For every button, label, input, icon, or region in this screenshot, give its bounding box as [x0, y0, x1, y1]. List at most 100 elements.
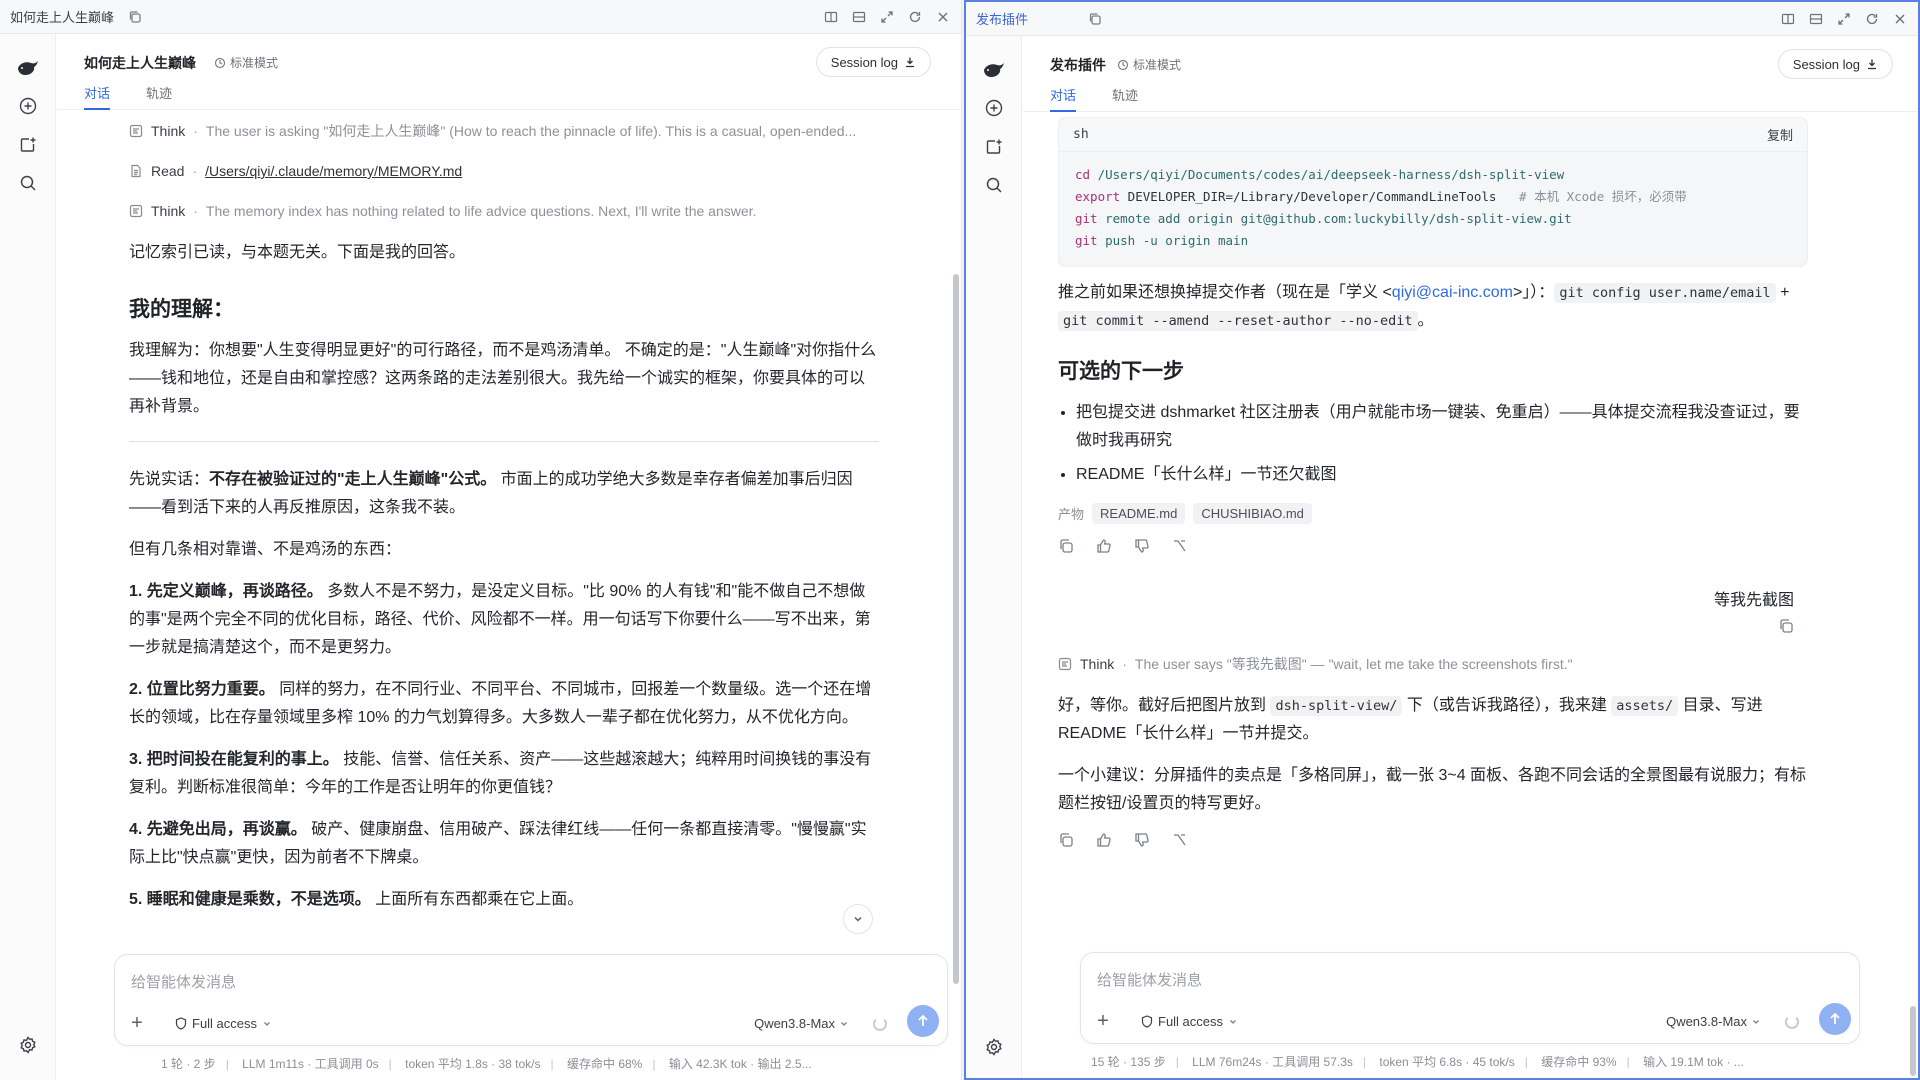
message-list[interactable]: Think · The user is asking "如何走上人生巅峰" (Ho… — [57, 111, 961, 950]
scrollbar-thumb[interactable] — [953, 274, 959, 984]
tool-think-row[interactable]: Think · The memory index has nothing rela… — [129, 191, 879, 231]
thumbs-down-icon[interactable] — [1134, 538, 1150, 554]
model-dropdown[interactable]: Qwen3.8-Max — [1666, 1014, 1761, 1029]
truth-paragraph: 先说实话：不存在被验证过的"走上人生巅峰"公式。 市面上的成功学绝大多数是幸存者… — [129, 471, 853, 516]
tool-think-row[interactable]: Think · The user is asking "如何走上人生巅峰" (Ho… — [129, 111, 879, 151]
think-icon — [1058, 657, 1072, 671]
whale-logo-icon[interactable] — [16, 56, 40, 80]
author-note: 推之前如果还想换掉提交作者（现在是「学义 <qiyi@cai-inc.com>」… — [1058, 283, 1790, 331]
branch-icon[interactable] — [1172, 538, 1188, 554]
composer: 给智能体发消息 + Full access Qwen3.8-Max — [1080, 952, 1860, 1044]
scrollbar-thumb[interactable] — [1910, 1006, 1916, 1076]
copy-icon[interactable] — [1058, 832, 1074, 848]
add-window-icon[interactable] — [16, 133, 40, 157]
message-actions — [1058, 832, 1808, 852]
tab-trace[interactable]: 轨迹 — [1112, 85, 1138, 110]
thumbs-up-icon[interactable] — [1096, 538, 1112, 554]
split-vertical-icon[interactable] — [851, 9, 867, 25]
status-bar: 1 轮 · 2 步 | LLM 1m11s · 工具调用 0s | token 平均… — [161, 1057, 812, 1071]
copy-icon[interactable] — [1058, 538, 1074, 554]
session-log-label: Session log — [830, 54, 898, 70]
mode-label: 标准模式 — [230, 56, 279, 70]
refresh-icon[interactable] — [907, 9, 923, 25]
copy-icon[interactable] — [1778, 618, 1794, 639]
read-file-link[interactable]: /Users/qiyi/.claude/memory/MEMORY.md — [205, 163, 462, 179]
copy-title-icon[interactable] — [128, 10, 142, 24]
point-2: 2. 位置比努力重要。 同样的努力，在不同行业、不同平台、不同城市，回报差一个数… — [129, 681, 872, 726]
refresh-icon[interactable] — [1864, 11, 1880, 27]
message-input[interactable]: 给智能体发消息 — [131, 971, 236, 992]
list-item: README「长什么样」一节还欠截图 — [1076, 461, 1808, 489]
scroll-to-bottom-button[interactable] — [843, 904, 873, 934]
split-horizontal-icon[interactable] — [823, 9, 839, 25]
access-label: Full access — [192, 1016, 258, 1031]
add-window-icon[interactable] — [982, 135, 1006, 159]
point-3: 3. 把时间投在能复利的事上。 技能、信誉、信任关系、资产——这些越滚越大；纯粹… — [129, 751, 872, 796]
access-label: Full access — [1158, 1014, 1224, 1029]
artifact-chip[interactable]: README.md — [1092, 503, 1186, 524]
message-actions — [1058, 538, 1808, 558]
artifact-chip[interactable]: CHUSHIBIAO.md — [1193, 503, 1312, 524]
loading-spinner-icon — [1785, 1015, 1799, 1029]
code-content: cd /Users/qiyi/Documents/codes/ai/deepse… — [1075, 167, 1687, 248]
tab-chat[interactable]: 对话 — [84, 83, 111, 110]
thumbs-down-icon[interactable] — [1134, 832, 1150, 848]
window-title: 发布插件 — [976, 12, 1029, 27]
tool-detail: The user is asking "如何走上人生巅峰" (How to re… — [205, 123, 857, 139]
branch-icon[interactable] — [1172, 832, 1188, 848]
mode-badge[interactable]: 标准模式 — [1117, 56, 1181, 73]
artifacts-row: 产物 README.md CHUSHIBIAO.md — [1058, 503, 1808, 524]
left-sidebar — [0, 34, 56, 1080]
whale-logo-icon[interactable] — [982, 58, 1006, 82]
maximize-icon[interactable] — [879, 9, 895, 25]
message-list[interactable]: sh 复制 cd /Users/qiyi/Documents/codes/ai/… — [1023, 113, 1918, 948]
email-link[interactable]: qiyi@cai-inc.com — [1392, 284, 1513, 301]
artifacts-label: 产物 — [1058, 507, 1085, 522]
right-pane: 发布插件 发布插件 标准模式 对话 轨迹 Session log sh 复制 c… — [964, 0, 1920, 1080]
mode-label: 标准模式 — [1133, 58, 1182, 72]
split-horizontal-icon[interactable] — [1780, 11, 1796, 27]
session-log-button[interactable]: Session log — [815, 47, 931, 77]
attach-plus-button[interactable]: + — [125, 1011, 149, 1035]
arrow-up-icon — [1830, 1012, 1840, 1024]
copy-code-button[interactable]: 复制 — [1767, 125, 1793, 144]
intro-text: 记忆索引已读，与本题无关。下面是我的回答。 — [129, 244, 466, 261]
composer: 给智能体发消息 + Full access Qwen3.8-Max — [114, 954, 948, 1046]
tool-detail: The user says "等我先截图" — "wait, let me ta… — [1134, 656, 1573, 672]
search-icon[interactable] — [982, 173, 1006, 197]
tool-detail: The memory index has nothing related to … — [205, 203, 757, 219]
tool-think-row[interactable]: Think · The user says "等我先截图" — "wait, le… — [1058, 644, 1808, 684]
thumbs-up-icon[interactable] — [1096, 832, 1112, 848]
chat-title: 发布插件 — [1050, 57, 1106, 73]
shield-icon — [1141, 1015, 1153, 1028]
send-button[interactable] — [1819, 1003, 1851, 1035]
tab-chat[interactable]: 对话 — [1050, 85, 1077, 112]
search-icon[interactable] — [16, 171, 40, 195]
close-icon[interactable] — [1892, 11, 1908, 27]
send-button[interactable] — [907, 1005, 939, 1037]
chevron-down-icon — [264, 1021, 270, 1026]
split-vertical-icon[interactable] — [1808, 11, 1824, 27]
attach-plus-button[interactable]: + — [1091, 1009, 1115, 1033]
think-icon — [129, 204, 143, 218]
window-title: 如何走上人生巅峰 — [10, 10, 115, 25]
session-log-button[interactable]: Session log — [1777, 49, 1893, 79]
chat-header: 如何走上人生巅峰 标准模式 对话 轨迹 Session log — [57, 34, 961, 110]
chat-title: 如何走上人生巅峰 — [84, 55, 196, 71]
settings-gear-icon[interactable] — [982, 1035, 1006, 1059]
download-icon — [1868, 59, 1876, 70]
settings-gear-icon[interactable] — [16, 1033, 40, 1057]
access-dropdown[interactable]: Full access — [175, 1016, 272, 1031]
copy-title-icon[interactable] — [1088, 12, 1102, 26]
tool-read-row[interactable]: Read · /Users/qiyi/.claude/memory/MEMORY.… — [129, 151, 879, 191]
new-chat-icon[interactable] — [16, 94, 40, 118]
new-chat-icon[interactable] — [982, 96, 1006, 120]
point-1: 1. 先定义巅峰，再谈路径。 多数人不是不努力，是没定义目标。"比 90% 的人… — [129, 583, 871, 656]
close-icon[interactable] — [935, 9, 951, 25]
model-dropdown[interactable]: Qwen3.8-Max — [754, 1016, 849, 1031]
mode-badge[interactable]: 标准模式 — [214, 54, 278, 71]
message-input[interactable]: 给智能体发消息 — [1097, 969, 1202, 990]
tab-trace[interactable]: 轨迹 — [146, 83, 172, 108]
maximize-icon[interactable] — [1836, 11, 1852, 27]
access-dropdown[interactable]: Full access — [1141, 1014, 1238, 1029]
